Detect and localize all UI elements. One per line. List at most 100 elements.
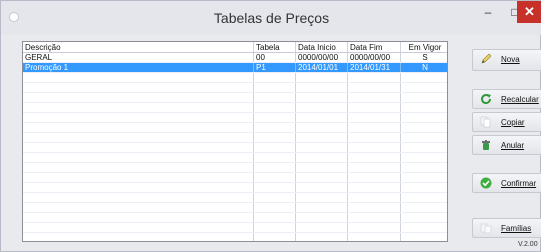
empty-row <box>23 133 447 143</box>
minimize-button[interactable]: – <box>474 1 502 23</box>
empty-cell <box>296 163 348 172</box>
recalcular-button[interactable]: Recalcular <box>472 89 541 109</box>
empty-cell <box>348 133 401 142</box>
cell-data-fim: 2014/01/31 <box>348 63 401 72</box>
empty-cell <box>23 73 254 82</box>
empty-cell <box>23 163 254 172</box>
empty-row <box>23 123 447 133</box>
empty-cell <box>296 153 348 162</box>
empty-cell <box>254 203 296 212</box>
empty-row <box>23 223 447 233</box>
check-icon <box>480 177 492 189</box>
confirmar-button[interactable]: Confirmar <box>472 173 541 193</box>
empty-cell <box>348 203 401 212</box>
empty-cell <box>348 193 401 202</box>
anular-button[interactable]: Anular <box>472 135 541 155</box>
empty-cell <box>401 143 447 152</box>
empty-row <box>23 213 447 223</box>
empty-cell <box>23 193 254 202</box>
empty-cell <box>23 113 254 122</box>
empty-cell <box>254 113 296 122</box>
empty-cell <box>296 183 348 192</box>
empty-cell <box>348 183 401 192</box>
empty-cell <box>296 93 348 102</box>
cell-data-inicio: 2014/01/01 <box>296 63 348 72</box>
copiar-button[interactable]: Copiar <box>472 112 541 132</box>
cell-descricao: Promoção 1 <box>23 63 254 72</box>
empty-cell <box>23 213 254 222</box>
empty-cell <box>296 143 348 152</box>
table-row[interactable]: GERAL 00 0000/00/00 0000/00/00 S <box>23 53 447 63</box>
table-header: Descrição Tabela Data Inicio Data Fim Em… <box>23 42 447 53</box>
price-tables-grid[interactable]: Descrição Tabela Data Inicio Data Fim Em… <box>22 41 448 242</box>
empty-row <box>23 93 447 103</box>
empty-cell <box>23 173 254 182</box>
pencil-icon <box>481 53 492 64</box>
empty-cell <box>401 183 447 192</box>
empty-cell <box>401 163 447 172</box>
empty-cell <box>23 143 254 152</box>
empty-cell <box>348 93 401 102</box>
empty-cell <box>348 213 401 222</box>
familias-button[interactable]: Famílias <box>472 218 541 238</box>
empty-cell <box>296 123 348 132</box>
empty-cell <box>348 73 401 82</box>
empty-row <box>23 103 447 113</box>
column-header-data-inicio[interactable]: Data Inicio <box>296 42 348 52</box>
cell-em-vigor: N <box>422 63 428 72</box>
empty-cell <box>254 223 296 232</box>
empty-row <box>23 73 447 83</box>
empty-cell <box>254 73 296 82</box>
empty-cell <box>296 213 348 222</box>
cell-tabela: P1 <box>254 63 296 72</box>
empty-cell <box>401 173 447 182</box>
empty-cell <box>23 183 254 192</box>
nova-button[interactable]: Nova <box>472 49 541 71</box>
close-button[interactable]: ✕ <box>517 1 541 23</box>
anular-label: Anular <box>501 141 525 150</box>
empty-cell <box>401 93 447 102</box>
empty-cell <box>254 233 296 241</box>
nova-label: Nova <box>501 55 520 64</box>
column-header-em-vigor[interactable]: Em Vigor <box>401 42 447 52</box>
cell-tabela: 00 <box>254 53 296 62</box>
empty-cell <box>401 193 447 202</box>
empty-cell <box>23 233 254 241</box>
empty-cell <box>348 223 401 232</box>
empty-cell <box>23 223 254 232</box>
column-header-descricao[interactable]: Descrição <box>23 42 254 52</box>
column-header-data-fim[interactable]: Data Fim <box>348 42 401 52</box>
empty-cell <box>348 113 401 122</box>
empty-cell <box>348 123 401 132</box>
empty-cell <box>401 113 447 122</box>
empty-cell <box>23 83 254 92</box>
empty-cell <box>296 103 348 112</box>
empty-cell <box>296 73 348 82</box>
recalcular-label: Recalcular <box>501 95 539 104</box>
empty-row <box>23 203 447 213</box>
empty-cell <box>401 203 447 212</box>
empty-row <box>23 153 447 163</box>
empty-cell <box>401 233 447 241</box>
table-row-selected[interactable]: Promoção 1 P1 2014/01/01 2014/01/31 N <box>23 63 447 73</box>
empty-cell <box>401 213 447 222</box>
empty-cell <box>23 203 254 212</box>
empty-row <box>23 173 447 183</box>
empty-cell <box>296 203 348 212</box>
empty-row <box>23 193 447 203</box>
empty-cell <box>23 123 254 132</box>
title-bar[interactable]: Tabelas de Preços – □ ✕ <box>1 1 541 35</box>
trash-icon <box>482 140 490 150</box>
empty-row <box>23 143 447 153</box>
empty-cell <box>254 143 296 152</box>
empty-cell <box>23 133 254 142</box>
empty-cell <box>254 103 296 112</box>
empty-cell <box>23 153 254 162</box>
empty-row <box>23 163 447 173</box>
column-header-tabela[interactable]: Tabela <box>254 42 296 52</box>
empty-cell <box>296 223 348 232</box>
empty-row <box>23 183 447 193</box>
empty-cell <box>254 93 296 102</box>
empty-cell <box>254 133 296 142</box>
empty-cell <box>401 123 447 132</box>
